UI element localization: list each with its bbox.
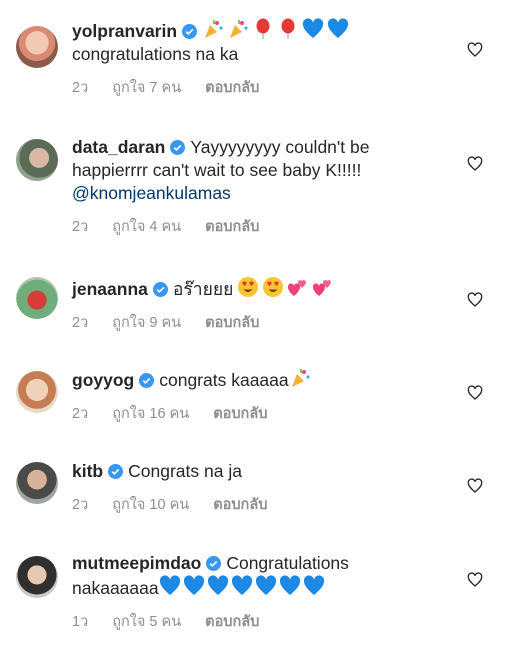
heart-eyes-face-icon [238,277,259,297]
two-hearts-icon [288,280,307,296]
like-count[interactable]: ถูกใจ 9 คน [112,315,181,331]
avatar[interactable] [16,462,58,504]
reply-button[interactable]: ตอบกลับ [205,219,259,235]
blue-heart-icon [327,18,349,38]
blue-heart-icon [255,575,276,595]
username[interactable]: data_daran [72,137,165,157]
verified-badge-icon [206,556,222,571]
comment-text: congratulations na ka [72,44,239,64]
emoji-row [202,18,352,41]
avatar[interactable] [16,139,58,181]
username[interactable]: yolpranvarin [72,21,177,41]
comment-time: 2ว [72,219,89,235]
reply-button[interactable]: ตอบกลับ [213,406,267,422]
comment-text: Congratulations [226,553,349,573]
blue-heart-icon [279,575,300,595]
comment-text: congrats kaaaaa [159,370,289,390]
username[interactable]: kitb [72,461,103,481]
blue-heart-icon [302,18,324,38]
blue-heart-icon [231,575,252,595]
like-count[interactable]: ถูกใจ 5 คน [112,614,181,630]
avatar[interactable] [16,556,58,598]
heart-icon[interactable] [467,385,483,401]
comment-text: อร๊ายยย [172,279,234,299]
avatar[interactable] [16,26,58,68]
blue-heart-icon [183,575,204,595]
emoji-row [159,575,327,598]
comment-time: 2ว [72,315,89,331]
heart-eyes-face-icon [263,277,284,297]
reply-button[interactable]: ตอบกลับ [205,80,259,96]
mention-link[interactable]: @knomjeankulamas [72,183,231,203]
comment-time: 2ว [72,406,89,422]
verified-badge-icon [170,140,186,155]
red-balloon-icon [256,18,270,39]
like-count[interactable]: ถูกใจ 4 คน [112,219,181,235]
username[interactable]: goyyog [72,370,134,390]
comment-text: Yayyyyyyyy couldn't be [190,137,370,157]
username[interactable]: jenaanna [72,279,148,299]
heart-icon[interactable] [467,478,483,494]
avatar[interactable] [16,371,58,413]
heart-icon[interactable] [467,156,483,172]
reply-button[interactable]: ตอบกลับ [205,614,259,630]
reply-button[interactable]: ตอบกลับ [205,315,259,331]
comment-text: happierrrr can't wait to see baby K!!!!! [72,160,362,180]
party-popper-icon [291,369,310,387]
blue-heart-icon [303,575,324,595]
comment-text: nakaaaaaa [72,578,159,598]
verified-badge-icon [182,24,198,39]
red-balloon-icon [281,18,295,39]
comment-text: Congrats na ja [128,461,242,481]
verified-badge-icon [152,282,168,297]
blue-heart-icon [207,575,228,595]
comment-time: 2ว [72,497,89,513]
comment-time: 2ว [72,80,89,96]
heart-icon[interactable] [467,42,483,58]
party-popper-icon [230,20,248,38]
party-popper-icon [205,20,223,38]
like-count[interactable]: ถูกใจ 10 คน [112,497,189,513]
blue-heart-icon [159,575,180,595]
username[interactable]: mutmeepimdao [72,553,201,573]
like-count[interactable]: ถูกใจ 16 คน [112,406,189,422]
heart-icon[interactable] [467,572,483,588]
like-count[interactable]: ถูกใจ 7 คน [112,80,181,96]
two-hearts-icon [313,280,332,296]
avatar[interactable] [16,277,58,319]
verified-badge-icon [108,464,124,479]
comment-list: yolpranvarin congratulations na ka 2ว ถู… [0,0,510,654]
comment-time: 1ว [72,614,89,630]
verified-badge-icon [139,373,155,388]
reply-button[interactable]: ตอบกลับ [213,497,267,513]
emoji-row [233,277,337,299]
heart-icon[interactable] [467,292,483,308]
